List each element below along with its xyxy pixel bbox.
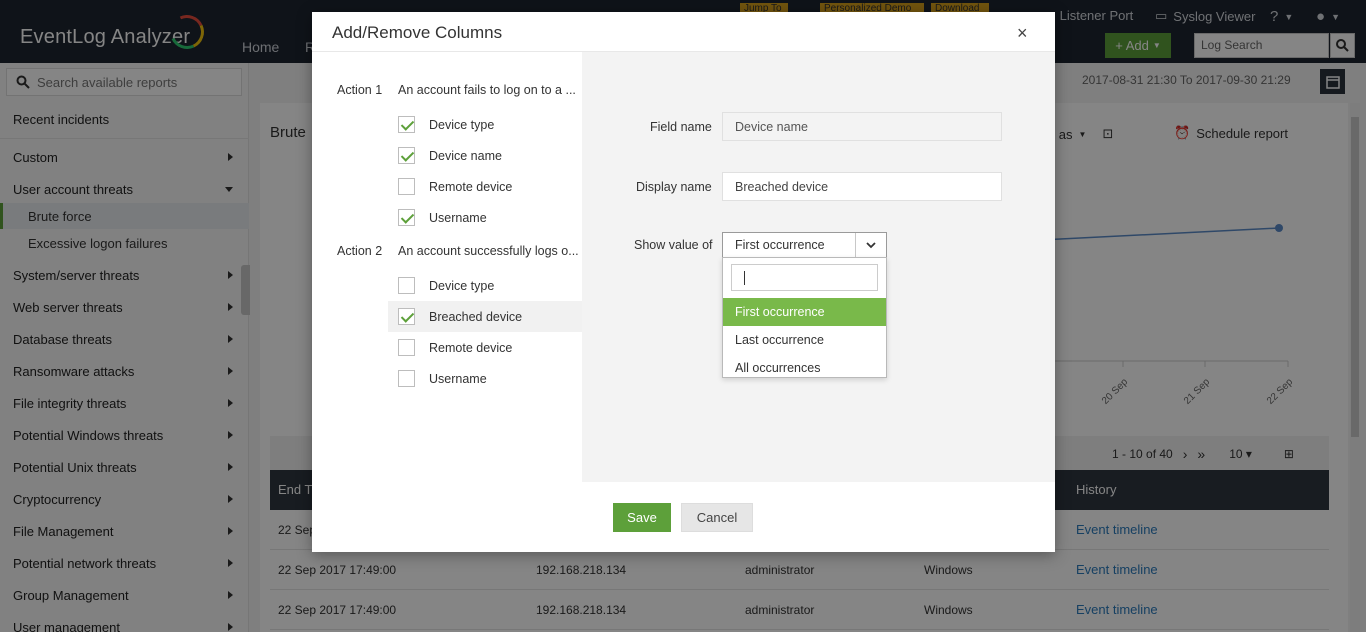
text-cursor [744,271,745,285]
dialog-title: Add/Remove Columns [332,23,503,42]
checkbox[interactable] [398,178,415,195]
column-option-remote-device[interactable]: Remote device [388,171,582,202]
close-icon[interactable]: × [1017,23,1028,44]
checkbox[interactable] [398,116,415,133]
action-2-label: Action 2 [337,244,383,258]
display-name-label: Display name [636,180,712,194]
column-option-device-type[interactable]: Device type [388,270,582,301]
field-name-label: Field name [650,120,712,134]
column-properties-pane: Field name Device name Display name Brea… [582,52,1055,482]
checkbox[interactable] [398,370,415,387]
column-list-pane: Action 1 An account fails to log on to a… [312,52,582,482]
option-all-occurrences[interactable]: All occurrences [723,354,886,382]
show-value-dropdown: First occurrence Last occurrence All occ… [722,257,887,378]
save-button[interactable]: Save [613,503,671,532]
action-1-label: Action 1 [337,83,383,97]
dropdown-search-input[interactable] [731,264,878,291]
checkbox[interactable] [398,277,415,294]
checkbox[interactable] [398,339,415,356]
action-1-description: An account fails to log on to a ... [398,83,576,97]
checkbox[interactable] [398,209,415,226]
option-last-occurrence[interactable]: Last occurrence [723,326,886,354]
column-option-username[interactable]: Username [388,202,582,233]
display-name-field[interactable]: Breached device [722,172,1002,201]
cancel-button[interactable]: Cancel [681,503,753,532]
show-value-label: Show value of [634,238,713,252]
column-option-device-type[interactable]: Device type [388,109,582,140]
column-option-username[interactable]: Username [388,363,582,394]
column-option-device-name[interactable]: Device name [388,140,582,171]
checkbox[interactable] [398,308,415,325]
option-first-occurrence[interactable]: First occurrence [723,298,886,326]
column-option-remote-device[interactable]: Remote device [388,332,582,363]
add-remove-columns-dialog: Add/Remove Columns × Action 1 An account… [312,12,1055,552]
field-name-field: Device name [722,112,1002,141]
show-value-select[interactable]: First occurrence [722,232,887,258]
checkbox[interactable] [398,147,415,164]
chevron-down-icon[interactable] [855,233,886,257]
action-2-description: An account successfully logs o... [398,244,578,258]
column-option-breached-device[interactable]: Breached device [388,301,582,332]
